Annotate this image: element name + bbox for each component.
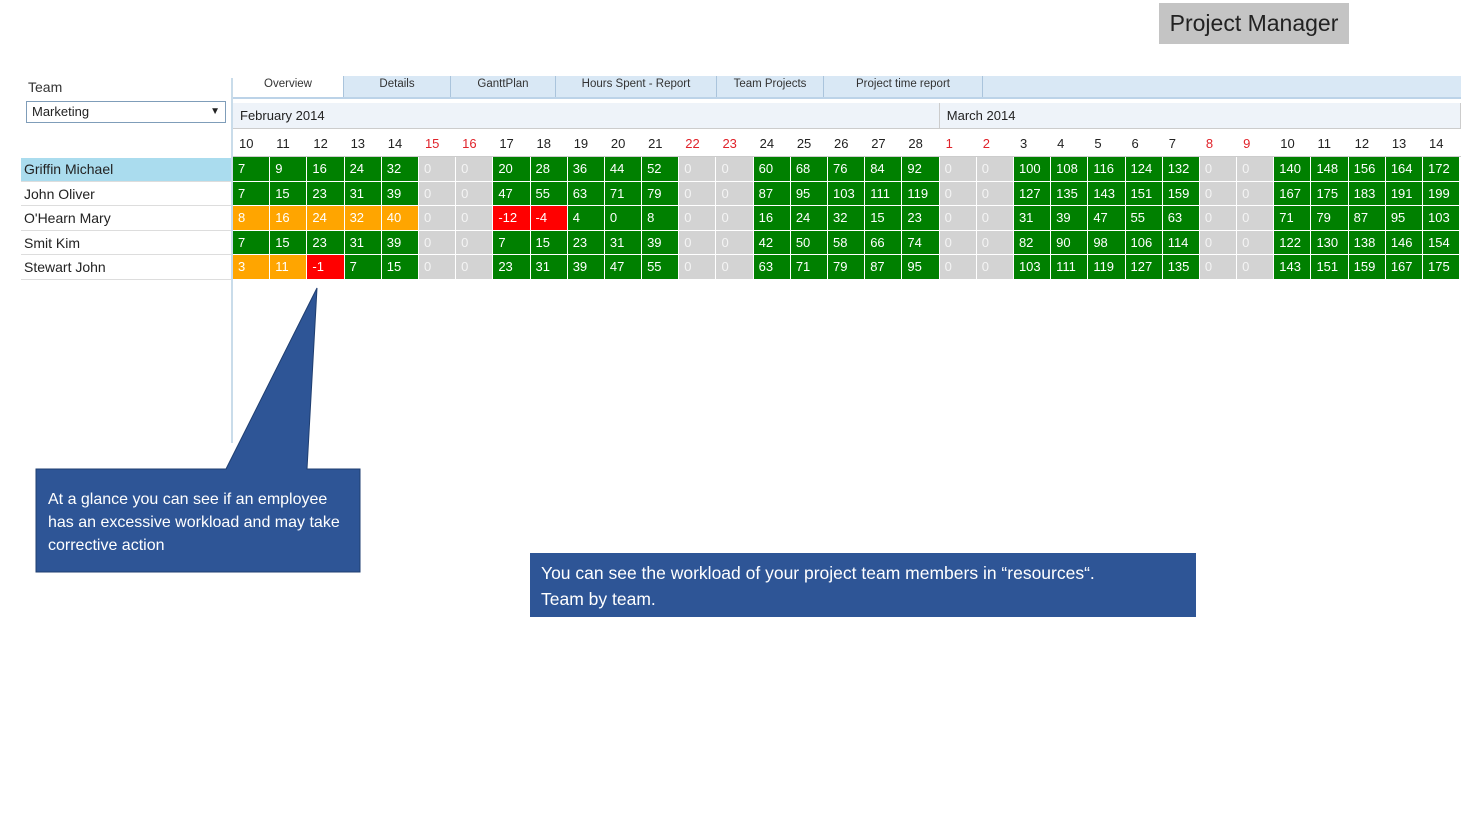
callout-shape	[35, 287, 361, 573]
info-box: You can see the workload of your project…	[530, 553, 1196, 617]
info-line-2: Team by team.	[541, 589, 656, 609]
info-line-1: You can see the workload of your project…	[541, 563, 1095, 583]
callout-text: At a glance you can see if an employee h…	[48, 491, 340, 554]
